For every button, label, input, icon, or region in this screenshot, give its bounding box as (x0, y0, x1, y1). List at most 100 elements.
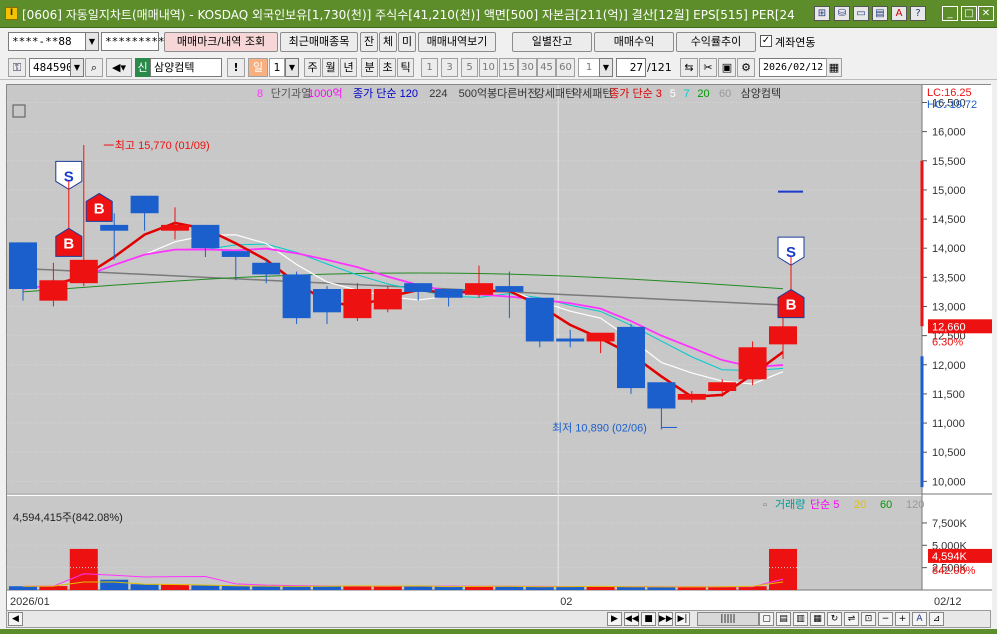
stock-name-field[interactable]: 삼양컴텍 (150, 58, 222, 77)
balance-button[interactable]: 잔 (360, 32, 378, 52)
trade-mark-query-button[interactable]: 매매마크/내역 조회 (164, 32, 278, 52)
stock-chart-svg[interactable]: 16,50016,00015,50015,00014,50014,00013,5… (7, 85, 992, 611)
interval-dropdown-icon[interactable]: ▼ (599, 58, 613, 77)
text-a-icon[interactable]: A (912, 612, 927, 626)
minimize-icon[interactable]: _ (942, 6, 958, 21)
link-icon[interactable]: ⊞ (814, 6, 830, 21)
prev-arrows-icon[interactable]: ⇆ (680, 58, 698, 77)
period-count-dropdown-icon[interactable]: ▼ (285, 58, 299, 77)
interval-10-button[interactable]: 10 (479, 58, 498, 77)
help-icon[interactable]: ? (910, 6, 926, 21)
unfilled-button[interactable]: 미 (398, 32, 416, 52)
price-tick-label: 12,000 (932, 360, 966, 372)
volume-legend-item: 20 (854, 499, 866, 511)
candle-body (191, 224, 220, 249)
page-total-label: /121 (647, 61, 672, 74)
period-tick-button[interactable]: 틱 (397, 58, 414, 77)
period-week-button[interactable]: 주 (304, 58, 321, 77)
interval-1-button[interactable]: 1 (421, 58, 438, 77)
period-minute-button[interactable]: 분 (361, 58, 378, 77)
settings-gear-icon[interactable]: ⚙ (737, 58, 755, 77)
screen-icon[interactable]: ▭ (853, 6, 869, 21)
interval-15-button[interactable]: 15 (499, 58, 518, 77)
horizontal-scrollbar[interactable]: ◀ ▶ ◀◀ ■ ▶▶ ▶| ||||| ▢ ▤ ▥ ▦ ↻ ⇌ ⊡ − + A… (6, 610, 991, 628)
candle-body (404, 283, 433, 292)
account-dropdown-icon[interactable]: ▼ (85, 32, 99, 51)
execution-button[interactable]: 체 (379, 32, 397, 52)
daily-balance-button[interactable]: 일별잔고 (512, 32, 592, 52)
period-year-button[interactable]: 년 (340, 58, 357, 77)
candle-body (282, 274, 311, 319)
password-field[interactable]: ********* (101, 32, 165, 51)
view-4-icon[interactable]: ▦ (810, 612, 825, 626)
scroll-left-icon[interactable]: ◀ (8, 612, 23, 626)
stock-code-dropdown-icon[interactable]: ▼ (70, 58, 84, 77)
maximize-icon[interactable]: □ (961, 6, 977, 21)
chart-area[interactable]: 16,500 16,000 15,500 15,000 14,500 14,000 13,5… (6, 84, 992, 611)
scroll-thumb[interactable]: ||||| (697, 612, 759, 626)
volume-bar (69, 548, 98, 590)
speaker-icon[interactable]: ◀▾ (106, 58, 132, 77)
date-field[interactable]: 2026/02/12 (759, 58, 829, 77)
price-tick-label: 16,000 (932, 127, 966, 139)
interval-3-button[interactable]: 3 (441, 58, 458, 77)
view-3-icon[interactable]: ▥ (793, 612, 808, 626)
price-tick-label: 15,500 (932, 156, 966, 168)
legend-item: 삼양컴텍 (741, 87, 781, 100)
candle-body (252, 262, 281, 275)
page-forward-icon[interactable]: ▶| (675, 612, 690, 626)
candle-body (677, 393, 706, 400)
interval-5-button[interactable]: 5 (461, 58, 478, 77)
lock2-icon[interactable]: ⊡ (861, 612, 876, 626)
cursor-icon[interactable]: ⊿ (929, 612, 944, 626)
calendar-icon[interactable]: ▦ (826, 58, 842, 77)
interval-field[interactable]: 1 (578, 58, 600, 77)
volume-max-label: 4,594,415주(842.08%) (13, 512, 123, 524)
recent-items-button[interactable]: 최근매매종목 (280, 32, 358, 52)
view-1-icon[interactable]: ▢ (759, 612, 774, 626)
candle-body (69, 259, 98, 284)
forward-icon[interactable]: ▶▶ (658, 612, 673, 626)
lock-icon[interactable]: ⚿ (8, 58, 26, 77)
interval-60-button[interactable]: 60 (556, 58, 575, 77)
period-count-field[interactable]: 1 (269, 58, 285, 77)
legend-item: 8 (257, 88, 263, 100)
candle-body (769, 326, 797, 345)
zoom-in-icon[interactable]: + (895, 612, 910, 626)
account-link-checkbox[interactable]: ✓ (760, 35, 772, 47)
account-number-field[interactable]: ****-**88 (8, 32, 86, 51)
close-icon[interactable]: ✕ (978, 6, 994, 21)
save-icon[interactable]: ▣ (718, 58, 736, 77)
alert-button[interactable]: ! (227, 58, 245, 77)
legend-item: 7 (684, 88, 690, 100)
interval-45-button[interactable]: 45 (537, 58, 556, 77)
search-icon[interactable]: ⌕ (85, 58, 103, 77)
font-icon[interactable]: A (891, 6, 907, 21)
candle-body (708, 382, 737, 391)
zoom-out-icon[interactable]: − (878, 612, 893, 626)
legend-item: 강세패턴 (535, 87, 575, 100)
volume-bar (434, 586, 463, 590)
current-price-label: 12,660 (932, 321, 966, 333)
interval-30-button[interactable]: 30 (518, 58, 537, 77)
rewind-icon[interactable]: ◀◀ (624, 612, 639, 626)
trade-profit-button[interactable]: 매매수익 (594, 32, 674, 52)
chart-mode-icon[interactable]: ⛁ (834, 6, 850, 21)
link2-icon[interactable]: ⇌ (844, 612, 859, 626)
account-toolbar: ****-**88 ▼ ********* 매매마크/내역 조회 최근매매종목 … (0, 29, 997, 55)
scissors-icon[interactable]: ✂ (699, 58, 717, 77)
trade-history-button[interactable]: 매매내역보기 (418, 32, 496, 52)
print-icon[interactable]: ▤ (872, 6, 888, 21)
period-second-button[interactable]: 초 (379, 58, 396, 77)
page-current-field[interactable]: 27 (616, 58, 646, 77)
view-2-icon[interactable]: ▤ (776, 612, 791, 626)
period-month-button[interactable]: 월 (322, 58, 339, 77)
price-tick-label: 13,500 (932, 272, 966, 284)
period-day-button[interactable]: 일 (248, 58, 268, 77)
stop-icon[interactable]: ■ (641, 612, 656, 626)
volume-bar (221, 585, 250, 590)
scroll-right-icon[interactable]: ▶ (607, 612, 622, 626)
refresh-icon[interactable]: ↻ (827, 612, 842, 626)
profit-trend-button[interactable]: 수익률추이 (676, 32, 756, 52)
legend-item: 5 (670, 88, 676, 100)
